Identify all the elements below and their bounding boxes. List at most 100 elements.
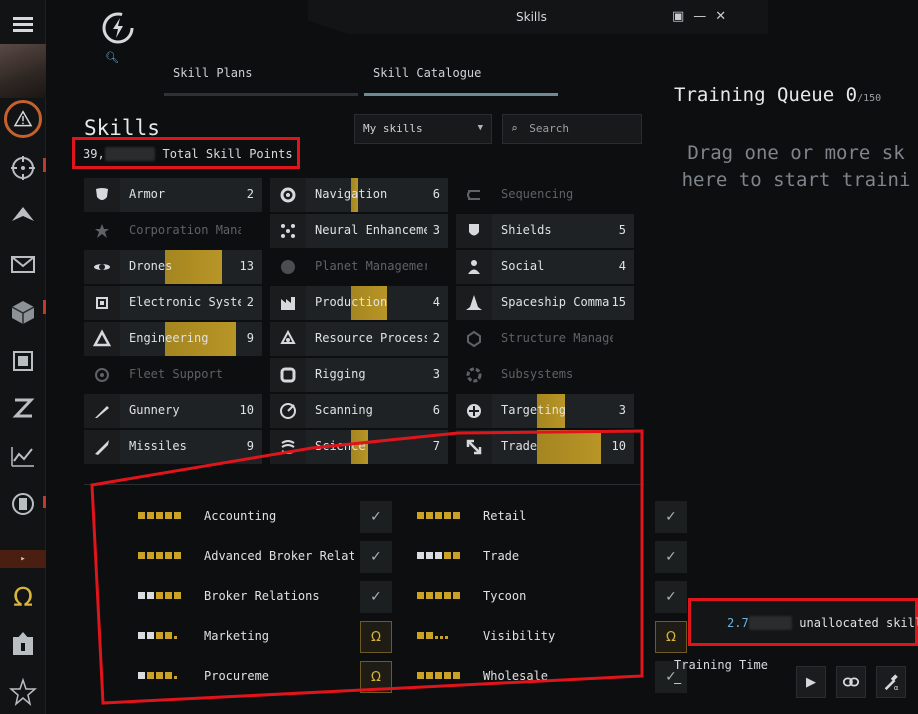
mail-icon[interactable] xyxy=(0,244,46,284)
omega-required-icon[interactable]: Ω xyxy=(655,621,687,653)
new-eden-store-icon[interactable] xyxy=(0,672,46,712)
skill-group-name: Gunnery xyxy=(129,403,180,417)
omega-required-icon[interactable]: Ω xyxy=(360,621,392,653)
tab-skill-plans[interactable]: Skill Plans xyxy=(173,66,252,80)
skill-group-level: 2 xyxy=(246,187,254,201)
skill-injector-icon[interactable]: α xyxy=(876,666,906,698)
skill-group-spaceship-comma[interactable]: Spaceship Comma 15 xyxy=(456,286,634,320)
trade-skill-name: Advanced Broker Relatior xyxy=(204,549,354,563)
skill-group-subsystems[interactable]: Subsystems xyxy=(456,358,634,392)
skill-group-sequencing[interactable]: Sequencing xyxy=(456,178,634,212)
trade-skill-name: Procureme xyxy=(204,669,270,683)
neocom-sidebar: ▸ Ω xyxy=(0,0,46,714)
skill-group-social[interactable]: Social 4 xyxy=(456,250,634,284)
chevron-down-icon: ▼ xyxy=(477,123,483,133)
skill-group-level: 3 xyxy=(432,223,440,237)
skill-group-structure-managem[interactable]: Structure Managem xyxy=(456,322,634,356)
trade-skill-row[interactable]: Procureme Ω xyxy=(138,661,394,693)
check-icon: ✓ xyxy=(360,581,392,613)
check-icon: ✓ xyxy=(360,501,392,533)
skill-group-name: Targeting xyxy=(501,403,567,417)
skill-group-electronic-system[interactable]: Electronic System 2 xyxy=(84,286,262,320)
check-icon: ✓ xyxy=(655,541,687,573)
skill-level-pips xyxy=(417,512,460,519)
skills-filter-dropdown[interactable]: My skills ▼ xyxy=(354,114,492,144)
queue-drop-hint[interactable]: Drag one or more sk here to start traini xyxy=(674,140,918,194)
armor-icon xyxy=(84,178,120,212)
check-icon: ✓ xyxy=(655,501,687,533)
resource-icon xyxy=(270,322,306,356)
link-icon[interactable] xyxy=(836,666,866,698)
trade-skill-row[interactable]: Tycoon ✓ xyxy=(417,581,687,613)
tab-skill-catalogue[interactable]: Skill Catalogue xyxy=(373,66,481,80)
electronics-icon xyxy=(84,286,120,320)
skill-group-navigation[interactable]: Navigation 6 xyxy=(270,178,448,212)
skill-level-pips xyxy=(417,592,460,599)
trade-skill-row[interactable]: Accounting ✓ xyxy=(138,501,394,533)
omega-required-icon[interactable]: Ω xyxy=(360,661,392,693)
unallocated-skill-points[interactable]: 2.700,000 unallocated skill po xyxy=(688,598,918,646)
market-chart-icon[interactable] xyxy=(0,436,46,476)
skill-level-pips xyxy=(138,632,177,639)
character-avatar[interactable] xyxy=(0,44,46,98)
skill-group-rigging[interactable]: Rigging 3 xyxy=(270,358,448,392)
assets-icon[interactable] xyxy=(0,340,46,380)
skill-group-armor[interactable]: Armor 2 xyxy=(84,178,262,212)
trade-skill-row[interactable]: Retail ✓ xyxy=(417,501,687,533)
trade-skill-row[interactable]: Visibility Ω xyxy=(417,621,687,653)
skill-group-fleet-support[interactable]: Fleet Support xyxy=(84,358,262,392)
omega-icon[interactable]: Ω xyxy=(0,578,46,618)
trade-skill-row[interactable]: Wholesale ✓ xyxy=(417,661,687,693)
overview-icon[interactable] xyxy=(0,148,46,188)
play-icon[interactable]: ▶ xyxy=(796,666,826,698)
menu-icon[interactable] xyxy=(0,4,46,44)
window-titlebar[interactable]: Skills ▣ — ✕ xyxy=(46,0,918,34)
search-icon[interactable]: 🔍︎ xyxy=(105,51,119,64)
minimize-icon[interactable]: — xyxy=(693,9,706,24)
training-time-value: – xyxy=(674,676,682,690)
alert-icon[interactable] xyxy=(4,100,42,138)
trade-icon xyxy=(456,430,492,464)
skill-group-name: Spaceship Comma xyxy=(501,295,610,309)
skill-level-pips xyxy=(417,632,448,639)
trade-skill-row[interactable]: Marketing Ω xyxy=(138,621,394,653)
scanning-icon xyxy=(270,394,306,428)
skill-group-neural-enhanceme[interactable]: Neural Enhanceme 3 xyxy=(270,214,448,248)
skill-group-missiles[interactable]: Missiles 9 xyxy=(84,430,262,464)
skill-group-gunnery[interactable]: Gunnery 10 xyxy=(84,394,262,428)
fitting-icon[interactable] xyxy=(0,196,46,236)
skill-group-level: 7 xyxy=(432,439,440,453)
skill-group-name: Missiles xyxy=(129,439,187,453)
skill-group-production[interactable]: Production 4 xyxy=(270,286,448,320)
skill-group-drones[interactable]: Drones 13 xyxy=(84,250,262,284)
skill-group-resource-processi[interactable]: Resource Processi 2 xyxy=(270,322,448,356)
skill-group-planet-managemer[interactable]: Planet Managemer xyxy=(270,250,448,284)
skill-group-shields[interactable]: Shields 5 xyxy=(456,214,634,248)
skill-group-name: Scanning xyxy=(315,403,373,417)
trade-skill-name: Retail xyxy=(483,509,527,523)
skill-group-science[interactable]: Science 7 xyxy=(270,430,448,464)
expand-arrow-icon[interactable]: ▸ xyxy=(0,550,46,568)
trade-skill-row[interactable]: Advanced Broker Relatior ✓ xyxy=(138,541,394,573)
trade-skill-row[interactable]: Trade ✓ xyxy=(417,541,687,573)
skill-group-corporation-manag[interactable]: Corporation Manag xyxy=(84,214,262,248)
skill-group-level: 3 xyxy=(432,367,440,381)
skill-group-targeting[interactable]: Targeting 3 xyxy=(456,394,634,428)
trade-skill-row[interactable]: Broker Relations ✓ xyxy=(138,581,394,613)
inventory-icon[interactable] xyxy=(0,292,46,332)
pin-window-icon[interactable]: ▣ xyxy=(672,9,684,24)
close-icon[interactable]: ✕ xyxy=(715,9,726,24)
corporation-icon xyxy=(84,214,120,248)
shields-icon xyxy=(456,214,492,248)
skill-group-name: Production xyxy=(315,295,388,309)
industry-icon[interactable] xyxy=(0,484,46,524)
skill-group-scanning[interactable]: Scanning 6 xyxy=(270,394,448,428)
science-icon xyxy=(270,430,306,464)
skill-group-name: Armor xyxy=(129,187,166,201)
undock-icon[interactable] xyxy=(0,624,46,664)
z-icon[interactable] xyxy=(0,388,46,428)
skill-group-engineering[interactable]: Engineering 9 xyxy=(84,322,262,356)
skill-group-trade[interactable]: Trade 10 xyxy=(456,430,634,464)
production-icon xyxy=(270,286,306,320)
search-input[interactable]: ⌕ Search xyxy=(502,114,642,144)
